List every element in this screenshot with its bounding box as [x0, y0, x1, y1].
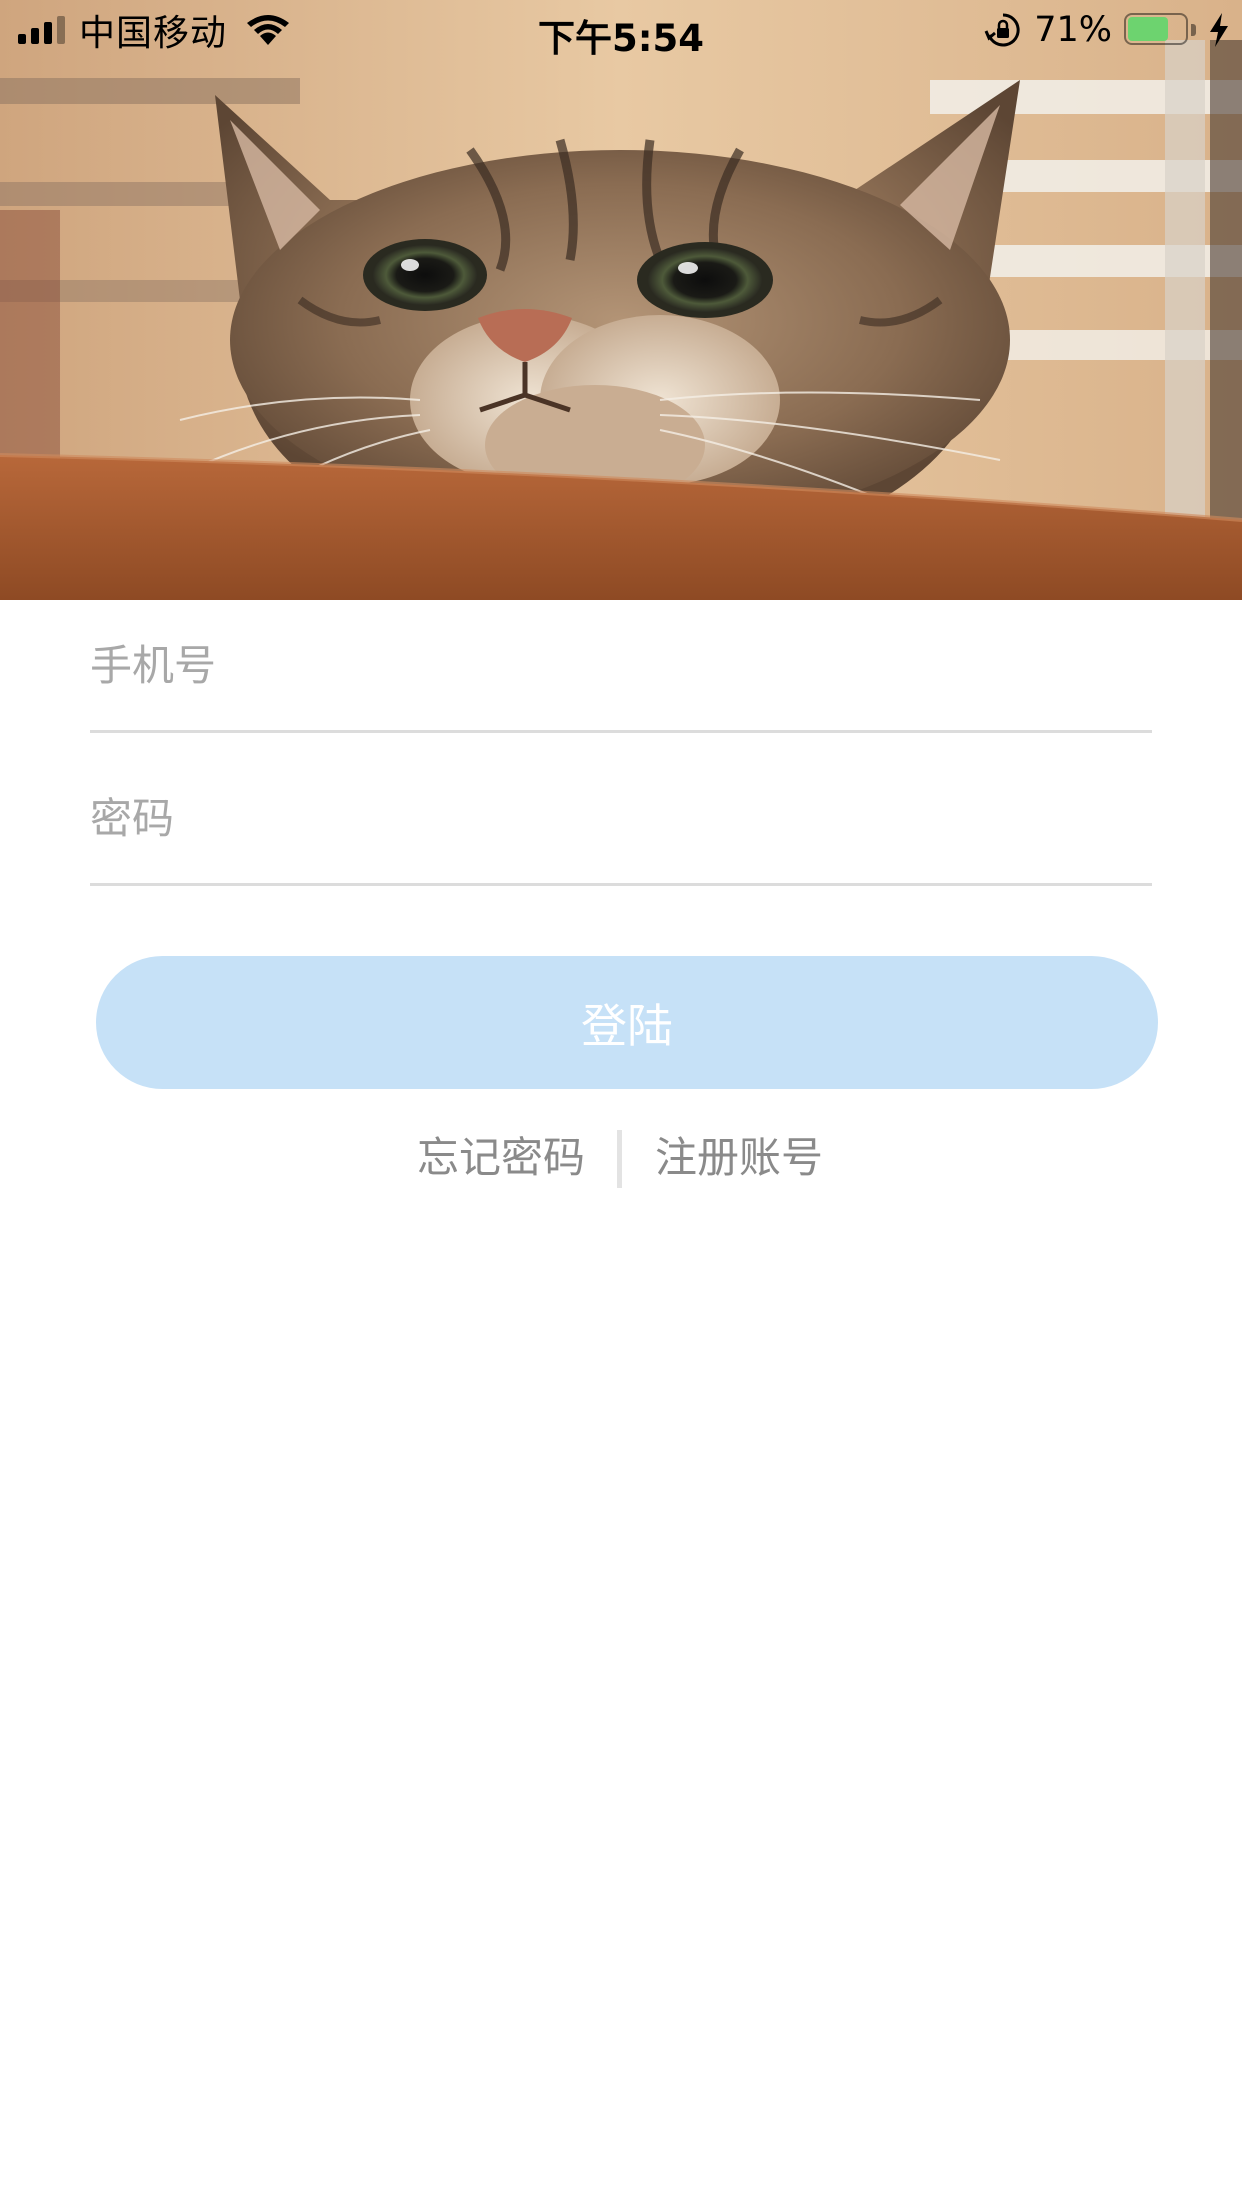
login-screen: 中国移动 下午5:54 71% 手机号 登陆 忘记密码 注册账号 [0, 0, 1242, 2208]
phone-field [90, 600, 1152, 733]
password-field [90, 753, 1152, 886]
cat-photo [0, 0, 1242, 600]
login-button[interactable]: 登陆 [96, 956, 1158, 1089]
forgot-password-link[interactable]: 忘记密码 [417, 1128, 585, 1188]
battery-percentage: 71% [1034, 10, 1112, 50]
battery-icon [1124, 13, 1196, 47]
status-right: 71% [984, 8, 1230, 52]
links-divider [617, 1130, 622, 1188]
password-input[interactable] [90, 753, 1152, 883]
auth-links: 忘记密码 注册账号 [0, 1128, 1242, 1188]
hero-image [0, 0, 1242, 600]
battery-cap [1191, 24, 1196, 36]
phone-input[interactable] [90, 600, 1152, 730]
rotation-lock-icon [984, 13, 1020, 47]
register-link[interactable]: 注册账号 [655, 1128, 823, 1188]
charging-icon [1210, 13, 1228, 47]
battery-level-fill [1128, 17, 1168, 41]
status-bar: 中国移动 下午5:54 71% [0, 0, 1242, 60]
